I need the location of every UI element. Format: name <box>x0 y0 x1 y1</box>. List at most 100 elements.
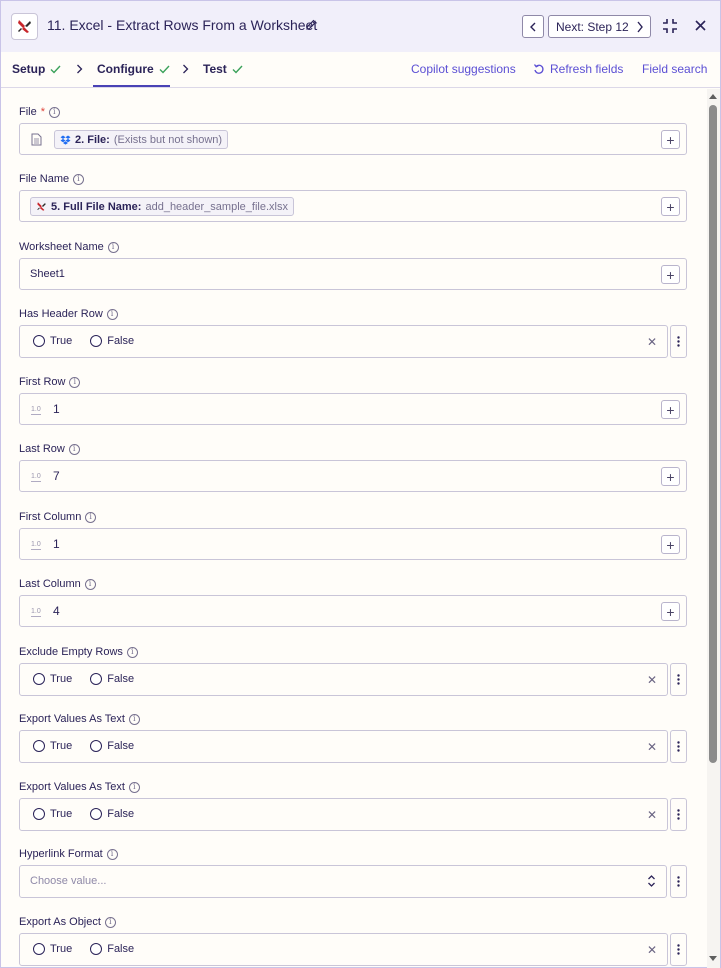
radio-false[interactable]: False <box>90 943 134 955</box>
tab-test-label: Test <box>203 62 227 76</box>
has-header-row-radio-group: True False ✕ <box>19 325 668 358</box>
export-values-as-text-radio-group: True False ✕ <box>19 730 668 763</box>
info-icon[interactable] <box>85 511 97 523</box>
kebab-icon <box>677 674 680 685</box>
refresh-fields-button[interactable]: Refresh fields <box>533 62 623 76</box>
number-type-icon: 1.0 <box>31 608 41 617</box>
clear-icon[interactable]: ✕ <box>647 740 657 754</box>
excel-tool-icon <box>37 202 46 211</box>
kebab-icon <box>677 336 680 347</box>
radio-true[interactable]: True <box>33 673 72 685</box>
last-column-input[interactable]: 1.0 4 + <box>19 595 687 627</box>
app-logo <box>11 13 38 40</box>
info-icon[interactable] <box>126 646 138 658</box>
last-row-input[interactable]: 1.0 7 + <box>19 460 687 492</box>
refresh-icon <box>533 64 544 74</box>
scrollbar-thumb[interactable] <box>709 105 717 763</box>
insert-data-button[interactable]: + <box>661 400 680 419</box>
clear-icon[interactable]: ✕ <box>647 943 657 957</box>
more-options-button[interactable] <box>670 933 687 966</box>
next-step-button[interactable]: Next: Step 12 <box>548 15 651 38</box>
info-icon[interactable] <box>68 443 80 455</box>
field-label: Has Header Row <box>19 308 118 320</box>
field-label: First Row <box>19 376 81 388</box>
info-icon[interactable] <box>106 308 118 320</box>
field-label: Last Column <box>19 578 96 590</box>
pencil-icon[interactable] <box>305 19 317 31</box>
tab-configure[interactable]: Configure <box>97 62 170 76</box>
info-icon[interactable] <box>128 713 140 725</box>
radio-false[interactable]: False <box>90 673 134 685</box>
scroll-up-arrow-icon[interactable] <box>708 92 718 100</box>
mapped-value-chip[interactable]: 2. File: (Exists but not shown) <box>54 130 229 149</box>
previous-step-button[interactable] <box>522 15 544 38</box>
field-search-label: Field search <box>642 62 708 76</box>
dropbox-icon <box>60 135 71 145</box>
tab-setup[interactable]: Setup <box>12 62 61 76</box>
field-label: Worksheet Name <box>19 241 119 253</box>
more-options-button[interactable] <box>670 325 687 358</box>
first-row-input[interactable]: 1.0 1 + <box>19 393 687 425</box>
insert-data-button[interactable]: + <box>661 130 680 149</box>
radio-false[interactable]: False <box>90 335 134 347</box>
clear-icon[interactable]: ✕ <box>647 335 657 349</box>
field-label: Export As Object <box>19 916 116 928</box>
select-placeholder: Choose value... <box>30 875 107 887</box>
clear-icon[interactable]: ✕ <box>647 808 657 822</box>
clear-icon[interactable]: ✕ <box>647 673 657 687</box>
radio-true[interactable]: True <box>33 943 72 955</box>
info-icon[interactable] <box>107 241 119 253</box>
mapped-value-chip[interactable]: 5. Full File Name: add_header_sample_file… <box>30 197 294 216</box>
tab-test[interactable]: Test <box>203 62 243 76</box>
step-header: 11. Excel - Extract Rows From a Workshee… <box>1 1 720 52</box>
input-value: Sheet1 <box>30 268 65 280</box>
hyperlink-format-select[interactable]: Choose value... <box>19 865 667 898</box>
close-icon[interactable] <box>695 20 706 31</box>
info-icon[interactable] <box>106 848 118 860</box>
info-icon[interactable] <box>69 376 81 388</box>
next-step-label: Next: Step 12 <box>556 19 629 34</box>
config-form: File* 2. File:(Exists but not shown) + F… <box>1 89 705 968</box>
field-label: File * <box>19 106 61 118</box>
radio-true[interactable]: True <box>33 740 72 752</box>
insert-data-button[interactable]: + <box>661 535 680 554</box>
scroll-down-arrow-icon[interactable] <box>708 955 718 963</box>
number-type-icon: 1.0 <box>31 541 41 550</box>
field-label: First Column <box>19 511 97 523</box>
insert-data-button[interactable]: + <box>661 197 680 216</box>
more-options-button[interactable] <box>670 798 687 831</box>
field-label: Export Values As Text <box>19 713 140 725</box>
collapse-icon[interactable] <box>662 18 678 34</box>
input-value: 4 <box>53 604 60 618</box>
info-icon[interactable] <box>128 781 140 793</box>
radio-true[interactable]: True <box>33 808 72 820</box>
file-input[interactable]: 2. File: (Exists but not shown) + <box>19 123 687 155</box>
info-icon[interactable] <box>73 173 85 185</box>
info-icon[interactable] <box>104 916 116 928</box>
chevron-up-down-icon <box>648 875 655 887</box>
more-options-button[interactable] <box>670 663 687 696</box>
insert-data-button[interactable]: + <box>661 602 680 621</box>
copilot-suggestions-link[interactable]: Copilot suggestions <box>411 62 516 76</box>
file-name-input[interactable]: 5. Full File Name: add_header_sample_file… <box>19 190 687 222</box>
tab-setup-label: Setup <box>12 62 46 76</box>
field-label: File Name <box>19 173 85 185</box>
more-options-button[interactable] <box>670 730 687 763</box>
input-value: 1 <box>53 537 60 551</box>
chevron-right-icon <box>183 64 189 74</box>
info-icon[interactable] <box>84 578 96 590</box>
insert-data-button[interactable]: + <box>661 265 680 284</box>
number-type-icon: 1.0 <box>31 406 41 415</box>
radio-false[interactable]: False <box>90 740 134 752</box>
more-options-button[interactable] <box>670 865 687 898</box>
info-icon[interactable] <box>49 106 61 118</box>
refresh-fields-label: Refresh fields <box>550 62 624 76</box>
worksheet-name-input[interactable]: Sheet1 + <box>19 258 687 290</box>
check-icon <box>50 65 61 74</box>
kebab-icon <box>677 876 680 887</box>
insert-data-button[interactable]: + <box>661 467 680 486</box>
radio-true[interactable]: True <box>33 335 72 347</box>
first-column-input[interactable]: 1.0 1 + <box>19 528 687 560</box>
field-search-link[interactable]: Field search <box>642 62 707 76</box>
radio-false[interactable]: False <box>90 808 134 820</box>
